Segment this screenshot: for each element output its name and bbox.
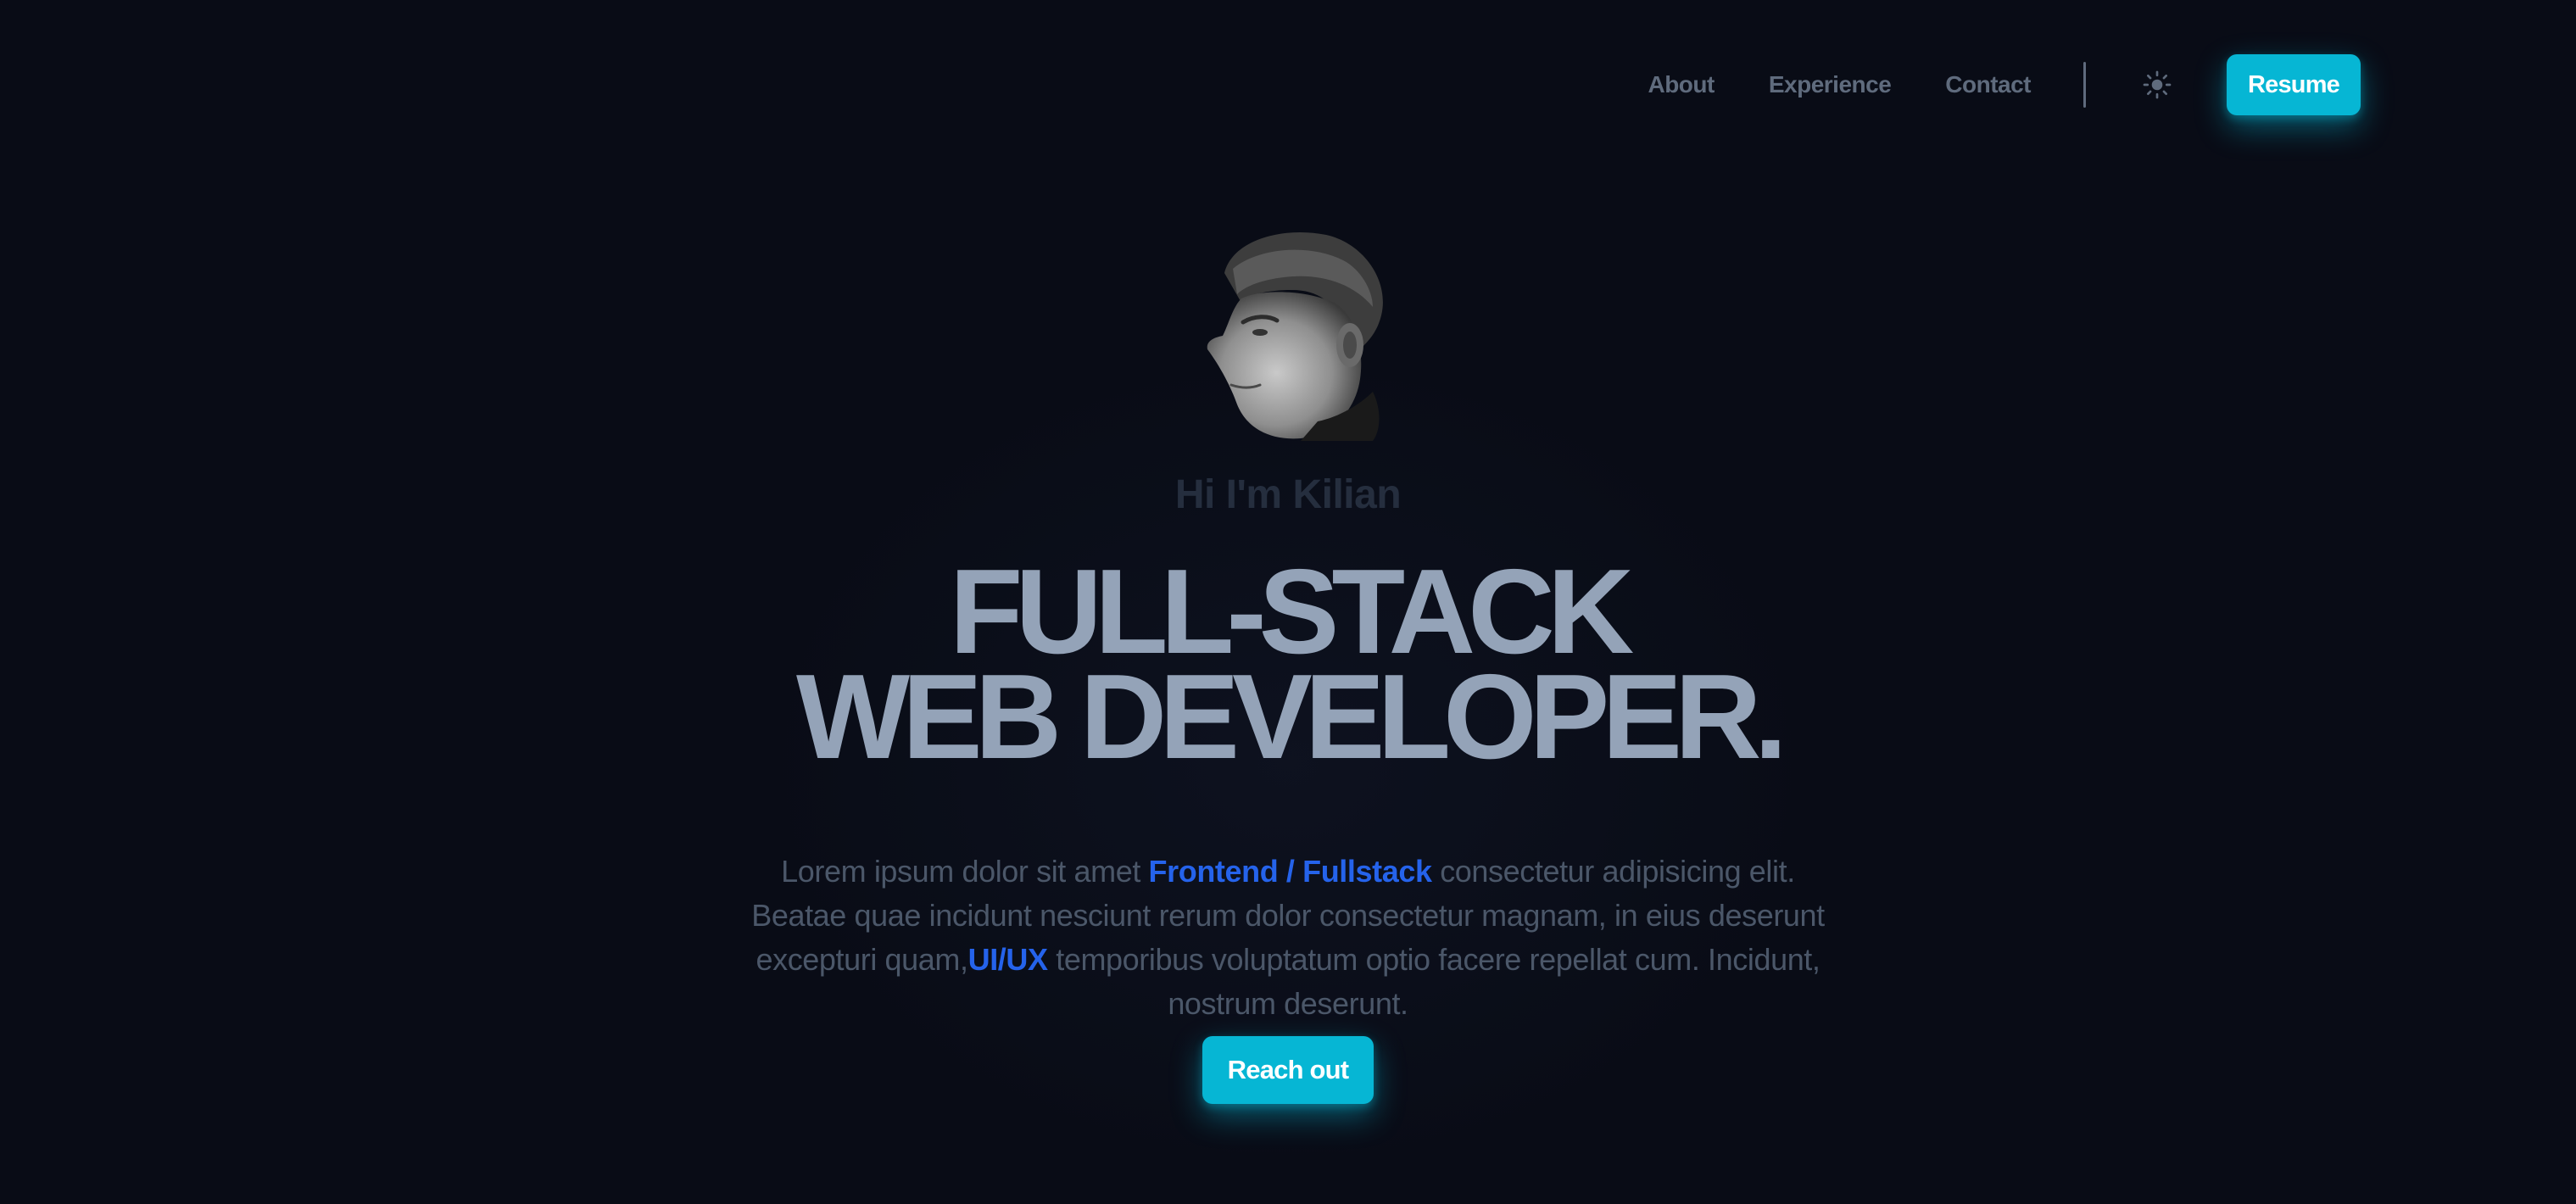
avatar (1207, 232, 1383, 441)
hero-headline: FULL-STACK WEB DEVELOPER. (0, 552, 2576, 784)
headline-line-2: WEB DEVELOPER. (795, 649, 1787, 784)
intro-highlight-frontend: Frontend / Fullstack (1148, 854, 1432, 889)
intro-text-part-1: Lorem ipsum dolor sit amet (781, 854, 1149, 889)
reach-out-button[interactable]: Reach out (1202, 1036, 1374, 1104)
hero-section: Hi I'm Kilian FULL-STACK WEB DEVELOPER. … (0, 0, 2576, 1204)
intro-text-part-3: temporibus voluptatum optio facere repel… (1047, 942, 1820, 1021)
hero-greeting: Hi I'm Kilian (1174, 472, 1402, 517)
hero-intro-text: Lorem ipsum dolor sit amet Frontend / Fu… (746, 850, 1830, 1026)
intro-highlight-uiux: UI/UX (967, 942, 1048, 977)
